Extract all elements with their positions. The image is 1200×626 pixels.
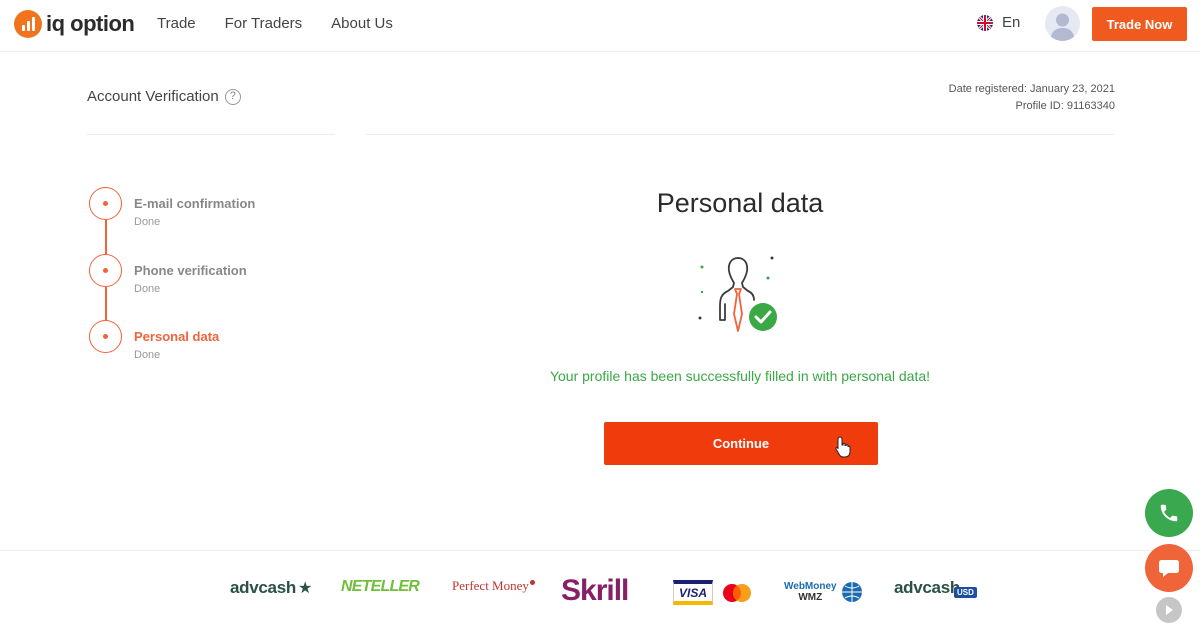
top-header: iq option Trade For Traders About Us En … bbox=[0, 0, 1200, 52]
advcash-logo: advcash ★ bbox=[230, 578, 312, 598]
nav-for-traders[interactable]: For Traders bbox=[225, 15, 303, 32]
page-title-text: Account Verification bbox=[87, 88, 219, 105]
perfect-money-text: Perfect Money bbox=[452, 578, 529, 593]
step-title: Personal data bbox=[134, 329, 220, 344]
skrill-text: Skrill bbox=[561, 574, 629, 607]
page-title: Account Verification ? bbox=[87, 88, 241, 105]
webmoney-logo: WebMoney WMZ bbox=[784, 581, 863, 603]
chat-button[interactable] bbox=[1145, 544, 1193, 592]
profile-check-icon bbox=[698, 256, 777, 332]
divider bbox=[366, 134, 1114, 135]
logo-icon bbox=[14, 10, 42, 38]
step-indicator bbox=[89, 187, 122, 220]
section-title: Personal data bbox=[656, 188, 824, 218]
avatar[interactable] bbox=[1045, 6, 1080, 41]
perfect-money-logo: Perfect Money bbox=[452, 578, 535, 594]
language-selector[interactable]: En bbox=[977, 14, 1020, 31]
globe-icon bbox=[841, 582, 862, 602]
webmoney-label: WebMoney bbox=[784, 581, 837, 592]
trade-now-button[interactable]: Trade Now bbox=[1092, 7, 1187, 41]
expand-button[interactable] bbox=[1156, 597, 1182, 623]
pointer-cursor-icon bbox=[835, 436, 851, 458]
webmoney-wmz: WMZ bbox=[798, 592, 823, 603]
usd-badge: USD bbox=[953, 586, 977, 598]
webmoney-text: WebMoney WMZ bbox=[784, 581, 837, 603]
dot-icon bbox=[529, 579, 535, 585]
skrill-logo: Skrill bbox=[561, 574, 629, 608]
call-button[interactable] bbox=[1145, 489, 1193, 537]
divider bbox=[87, 134, 335, 135]
avatar-icon bbox=[1050, 13, 1075, 41]
logo[interactable]: iq option bbox=[14, 10, 135, 38]
neteller-text: NETELLER bbox=[341, 578, 420, 595]
step-title: Phone verification bbox=[134, 263, 247, 278]
advcash-usd-logo: advcash USD bbox=[894, 578, 977, 598]
visa-text: VISA bbox=[678, 585, 707, 600]
visa-icon: VISA bbox=[673, 580, 713, 605]
date-registered: Date registered: January 23, 2021 bbox=[948, 83, 1115, 95]
step-status: Done bbox=[134, 349, 161, 361]
step-indicator bbox=[89, 320, 122, 353]
phone-icon bbox=[1160, 504, 1178, 522]
step-indicator bbox=[89, 254, 122, 287]
step-status: Done bbox=[134, 283, 161, 295]
success-message: Your profile has been successfully fille… bbox=[549, 368, 931, 384]
step-connector bbox=[105, 287, 107, 321]
visa-mastercard-logo: VISA bbox=[673, 580, 753, 605]
neteller-logo: NETELLER bbox=[341, 578, 420, 596]
advcash-usd-text: advcash bbox=[894, 578, 960, 597]
main-nav: Trade For Traders About Us bbox=[157, 15, 393, 32]
advcash-text: advcash bbox=[230, 578, 296, 597]
step-status: Done bbox=[134, 216, 161, 228]
mastercard-icon bbox=[723, 583, 751, 602]
nav-about-us[interactable]: About Us bbox=[331, 15, 393, 32]
nav-trade[interactable]: Trade bbox=[157, 15, 196, 32]
chat-icon bbox=[1159, 560, 1179, 577]
uk-flag-icon bbox=[977, 14, 993, 31]
play-icon bbox=[1166, 605, 1173, 615]
language-label: En bbox=[1002, 14, 1021, 31]
help-icon[interactable]: ? bbox=[224, 88, 241, 105]
profile-id: Profile ID: 91163340 bbox=[1015, 100, 1115, 112]
step-connector bbox=[105, 220, 107, 254]
logo-text: iq option bbox=[46, 11, 135, 36]
star-icon: ★ bbox=[297, 580, 313, 597]
account-meta: Date registered: January 23, 2021 Profil… bbox=[949, 81, 1115, 115]
step-title: E-mail confirmation bbox=[134, 196, 256, 211]
